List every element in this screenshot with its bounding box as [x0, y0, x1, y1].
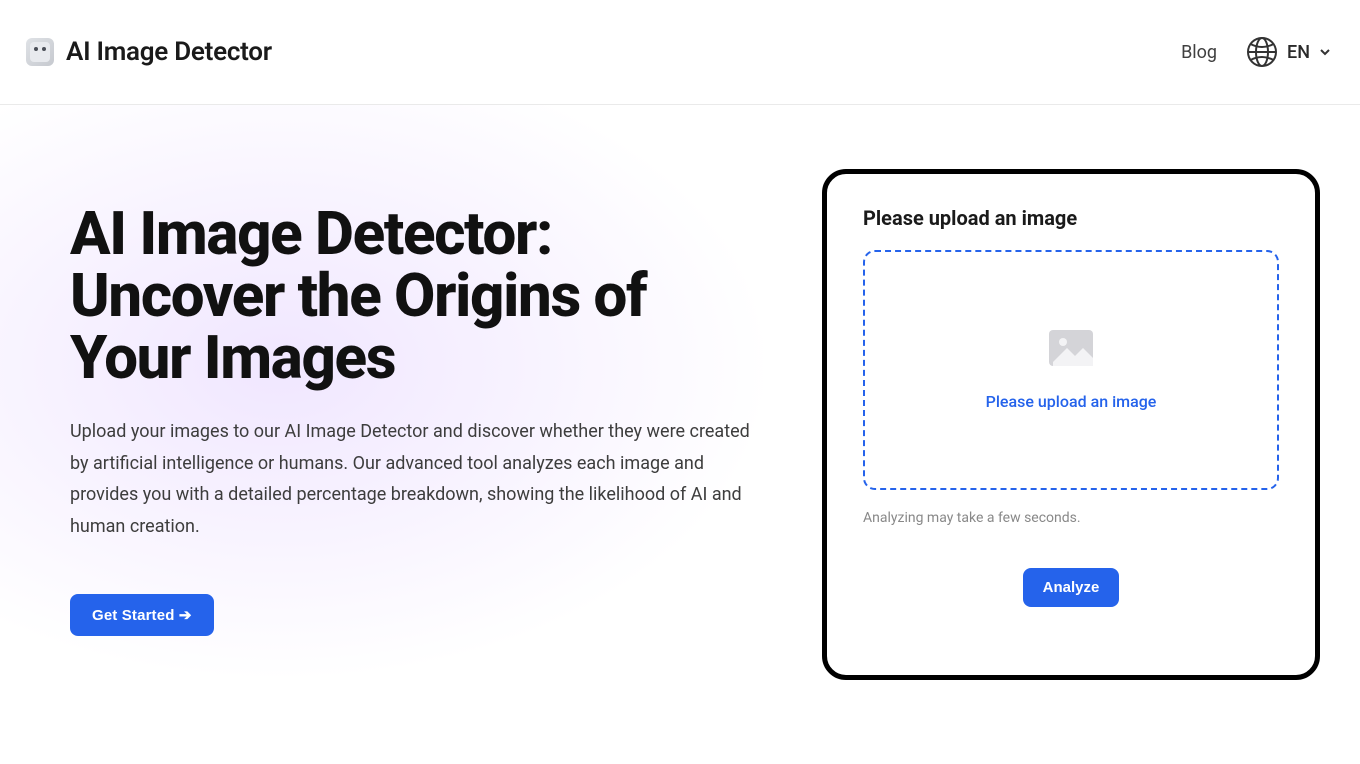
app-logo-icon: [26, 38, 54, 66]
brand-name: AI Image Detector: [66, 37, 272, 67]
analyze-note: Analyzing may take a few seconds.: [863, 510, 1279, 526]
chevron-down-icon: [1318, 45, 1332, 59]
upload-section: Please upload an image Please upload an …: [800, 105, 1320, 764]
upload-card-title: Please upload an image: [863, 206, 1279, 230]
navbar-brand[interactable]: AI Image Detector: [26, 37, 272, 67]
upload-dropzone[interactable]: Please upload an image: [863, 250, 1279, 490]
language-code: EN: [1287, 42, 1310, 63]
navbar-right: Blog EN: [1181, 35, 1332, 69]
analyze-button[interactable]: Analyze: [1023, 568, 1120, 607]
globe-icon: [1245, 35, 1279, 69]
language-switcher[interactable]: EN: [1245, 35, 1332, 69]
upload-card: Please upload an image Please upload an …: [822, 169, 1320, 680]
hero-description: Upload your images to our AI Image Detec…: [70, 416, 750, 542]
main-content: AI Image Detector: Uncover the Origins o…: [0, 105, 1360, 764]
get-started-button[interactable]: Get Started ➔: [70, 594, 214, 636]
nav-link-blog[interactable]: Blog: [1181, 42, 1217, 63]
navbar: AI Image Detector Blog EN: [0, 0, 1360, 105]
image-placeholder-icon: [1049, 330, 1093, 366]
analyze-button-row: Analyze: [863, 568, 1279, 607]
page-title: AI Image Detector: Uncover the Origins o…: [70, 203, 760, 388]
dropzone-text: Please upload an image: [986, 392, 1157, 411]
hero-section: AI Image Detector: Uncover the Origins o…: [0, 105, 800, 764]
